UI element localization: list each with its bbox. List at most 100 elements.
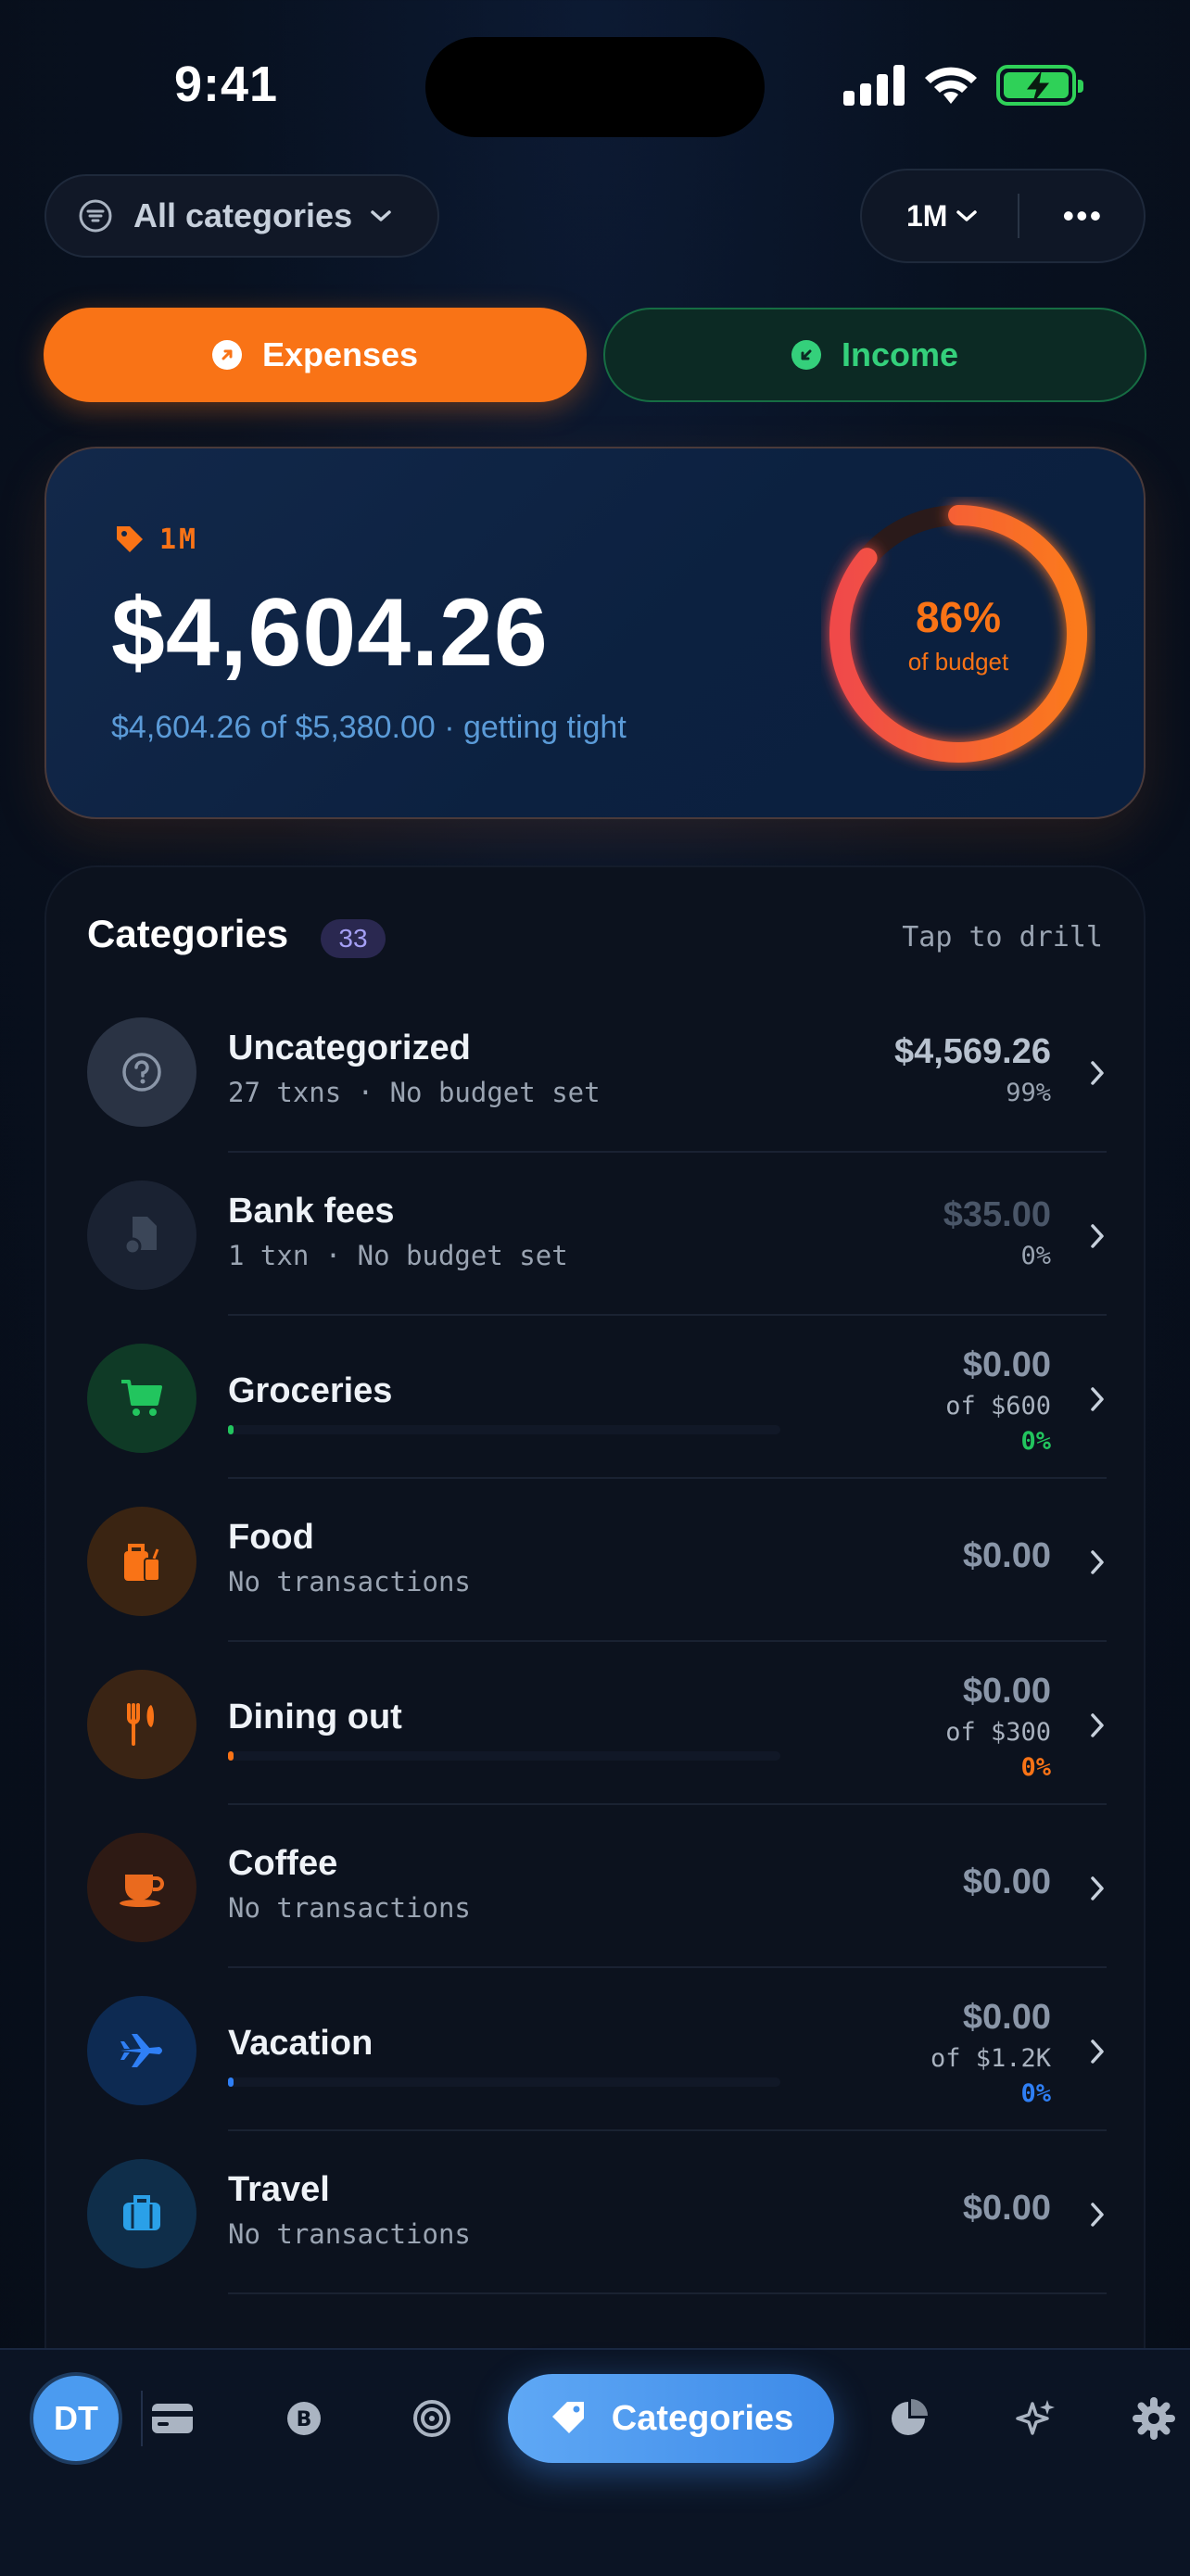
category-name: Dining out xyxy=(228,1698,402,1736)
wifi-icon xyxy=(925,67,977,104)
category-amount: $35.00 xyxy=(943,1195,1051,1234)
chevron-right-icon xyxy=(1091,2203,1104,2227)
chevron-right-icon xyxy=(1091,2039,1104,2064)
category-row-dining-out[interactable]: Dining out $0.00 of $300 0% xyxy=(46,1644,1144,1805)
suitcase-icon xyxy=(87,2159,196,2268)
budget-percent: 86% xyxy=(915,592,1002,641)
category-name: Groceries xyxy=(228,1371,393,1410)
category-name: Coffee xyxy=(228,1844,338,1883)
category-name: Travel xyxy=(228,2170,330,2209)
sparkle-icon[interactable] xyxy=(1005,2387,1068,2450)
category-budget: of $1.2K xyxy=(930,2044,1051,2073)
target-icon[interactable] xyxy=(400,2387,463,2450)
tap-to-drill-hint: Tap to drill xyxy=(902,921,1103,953)
row-divider xyxy=(228,1640,1107,1642)
category-row-uncategorized[interactable]: Uncategorized 27 txns · No budget set $4,5… xyxy=(46,991,1144,1153)
budget-progress-bar xyxy=(228,1751,780,1761)
category-row-food[interactable]: Food No transactions $0.00 xyxy=(46,1481,1144,1642)
row-divider xyxy=(228,1151,1107,1153)
row-divider xyxy=(228,1314,1107,1316)
category-name: Food xyxy=(228,1518,314,1557)
period-button[interactable]: 1M xyxy=(906,199,947,234)
category-row-travel[interactable]: Travel No transactions $0.00 xyxy=(46,2133,1144,2294)
row-divider xyxy=(228,1477,1107,1479)
spending-summary-card[interactable]: 1M $4,604.26 $4,604.26 of $5,380.00 · ge… xyxy=(44,447,1146,819)
category-percent: 99% xyxy=(1006,1079,1051,1107)
question-icon xyxy=(87,1017,196,1127)
tag-icon xyxy=(117,526,143,552)
period-tag: 1M xyxy=(113,523,198,556)
bitcoin-icon[interactable]: B xyxy=(272,2387,335,2450)
categories-count-badge: 33 xyxy=(321,919,386,958)
category-row-coffee[interactable]: Coffee No transactions $0.00 xyxy=(46,1807,1144,1968)
category-name: Uncategorized xyxy=(228,1029,471,1067)
category-filter-button[interactable]: All categories xyxy=(44,174,439,258)
income-tab[interactable]: Income xyxy=(603,308,1146,402)
category-amount: $0.00 xyxy=(962,1345,1051,1384)
tag-icon xyxy=(551,2402,584,2433)
category-amount: $0.00 xyxy=(962,1672,1051,1711)
category-amount: $0.00 xyxy=(962,1863,1051,1901)
category-meta: No transactions xyxy=(228,1892,471,1924)
category-meta: No transactions xyxy=(228,2218,471,2250)
budget-caption: of budget xyxy=(907,647,1009,676)
avatar[interactable]: DT xyxy=(33,2376,119,2461)
filter-icon xyxy=(79,199,112,233)
cart-icon xyxy=(87,1344,196,1453)
period-tag-label: 1M xyxy=(159,523,199,556)
total-spent: $4,604.26 xyxy=(111,579,549,687)
category-name: Vacation xyxy=(228,2024,373,2063)
category-amount: $0.00 xyxy=(962,1536,1051,1575)
more-options-button[interactable]: ••• xyxy=(1062,196,1103,235)
period-selector: 1M ••• xyxy=(860,169,1146,263)
arrow-up-right-icon xyxy=(211,340,242,370)
category-row-groceries[interactable]: Groceries $0.00 of $600 0% xyxy=(46,1318,1144,1479)
gear-icon[interactable] xyxy=(1133,2387,1190,2450)
card-icon[interactable] xyxy=(141,2387,204,2450)
bank-fees-icon xyxy=(87,1181,196,1290)
category-percent: 0% xyxy=(1020,1753,1051,1782)
category-percent: 0% xyxy=(1020,1242,1051,1270)
category-amount: $0.00 xyxy=(962,1998,1051,2037)
categories-nav-label: Categories xyxy=(611,2398,794,2438)
chevron-right-icon xyxy=(1091,1387,1104,1411)
chevron-down-icon xyxy=(371,210,391,221)
budget-ring-label: 86% of budget xyxy=(821,497,1095,771)
bottom-nav: DT B Categories xyxy=(0,2348,1190,2576)
income-label: Income xyxy=(841,335,959,373)
row-divider xyxy=(228,2292,1107,2294)
category-name: Bank fees xyxy=(228,1192,395,1231)
category-percent: 0% xyxy=(1020,1427,1051,1456)
category-amount: $0.00 xyxy=(962,2189,1051,2228)
row-divider xyxy=(228,1803,1107,1805)
expenses-tab[interactable]: Expenses xyxy=(44,308,587,402)
status-bar: 9:41 xyxy=(0,0,1190,167)
plane-icon xyxy=(87,1996,196,2105)
budget-subtitle: $4,604.26 of $5,380.00 · getting tight xyxy=(111,710,627,745)
chevron-right-icon xyxy=(1091,1224,1104,1248)
divider xyxy=(1018,194,1020,238)
row-divider xyxy=(228,2129,1107,2131)
category-budget: of $300 xyxy=(945,1718,1051,1747)
categories-title: Categories xyxy=(87,912,289,955)
category-filter-label: All categories xyxy=(133,196,353,234)
pie-chart-icon[interactable] xyxy=(877,2387,940,2450)
category-budget: of $600 xyxy=(945,1392,1051,1421)
dynamic-island xyxy=(425,37,765,137)
status-time: 9:41 xyxy=(174,57,279,112)
category-amount: $4,569.26 xyxy=(893,1032,1051,1071)
expenses-label: Expenses xyxy=(261,335,419,373)
row-divider xyxy=(228,1966,1107,1968)
category-meta: No transactions xyxy=(228,1566,471,1597)
chevron-right-icon xyxy=(1091,1550,1104,1574)
category-meta: 1 txn · No budget set xyxy=(228,1240,568,1271)
battery-icon xyxy=(996,65,1083,106)
budget-progress-bar xyxy=(228,2077,780,2087)
chevron-right-icon xyxy=(1091,1713,1104,1737)
food-icon xyxy=(87,1507,196,1616)
categories-nav-button[interactable]: Categories xyxy=(508,2374,834,2463)
signal-icon xyxy=(843,65,905,106)
chevron-down-icon xyxy=(956,210,978,221)
category-row-bank-fees[interactable]: Bank fees 1 txn · No budget set $35.00 0% xyxy=(46,1155,1144,1316)
category-row-vacation[interactable]: Vacation $0.00 of $1.2K 0% xyxy=(46,1970,1144,2131)
